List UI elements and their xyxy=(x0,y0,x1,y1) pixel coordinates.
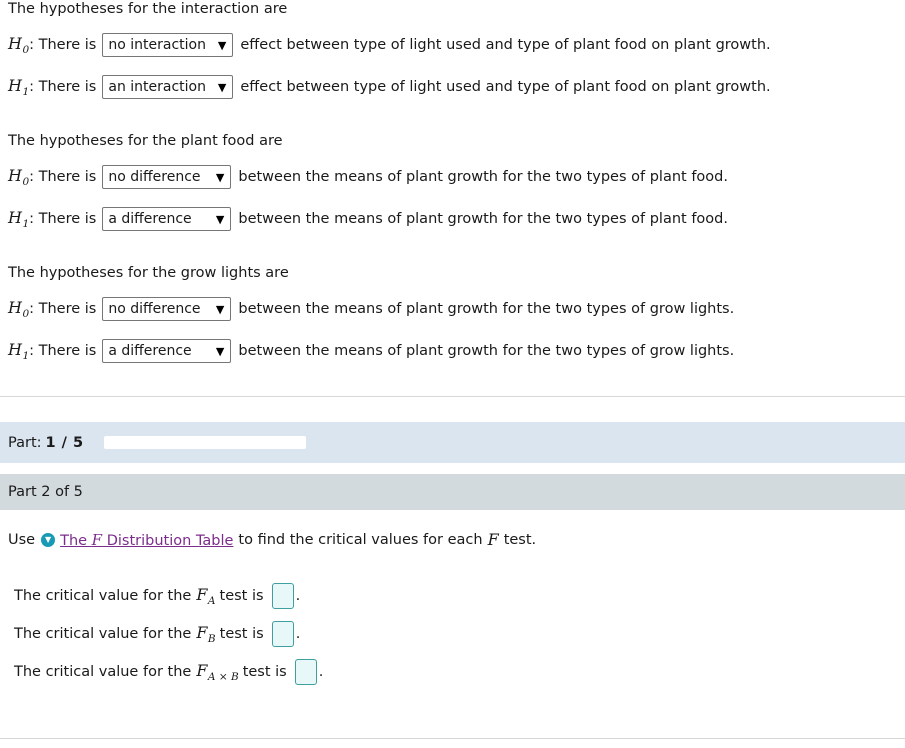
hypothesis-row-null: H0 : There is no difference ▼ between th… xyxy=(8,162,905,192)
critical-value-text-after: test is xyxy=(219,588,264,604)
hypothesis-symbol-h0: H0 xyxy=(8,298,30,320)
hypothesis-section-grow-lights: The hypotheses for the grow lights are H… xyxy=(0,264,905,366)
dropdown-selected-value: a difference xyxy=(108,343,192,359)
critical-value-input-fb[interactable] xyxy=(271,621,294,647)
hypothesis-text-after: effect between type of light used and ty… xyxy=(240,79,771,95)
critical-value-period: . xyxy=(295,626,301,642)
section-intro-interaction: The hypotheses for the interaction are xyxy=(8,1,288,17)
hypothesis-text-before: : There is xyxy=(29,37,97,53)
critical-value-input-fa[interactable] xyxy=(271,583,294,609)
critical-value-text-before: The critical value for the xyxy=(14,588,192,604)
hypothesis-row-null: H0 : There is no difference ▼ between th… xyxy=(8,294,905,324)
critical-value-subscript: A × B xyxy=(207,670,239,683)
dropdown-selected-value: an interaction xyxy=(108,79,206,95)
section-intro-grow-lights: The hypotheses for the grow lights are xyxy=(8,265,289,281)
hypothesis-text-after: between the means of plant growth for th… xyxy=(238,169,728,185)
hypothesis-text-before: : There is xyxy=(29,343,97,359)
hypothesis-symbol-h1: H1 xyxy=(8,340,30,362)
hypothesis-subscript: 1 xyxy=(22,85,30,98)
hypothesis-subscript: 1 xyxy=(22,217,30,230)
plant-food-h0-dropdown[interactable]: no difference ▼ xyxy=(102,165,232,189)
critical-value-period: . xyxy=(295,588,301,604)
critical-value-input-faxb[interactable] xyxy=(294,659,317,685)
critical-value-subscript: B xyxy=(207,632,216,645)
critical-value-text-before: The critical value for the xyxy=(14,626,192,642)
hypothesis-row-alt: H1 : There is a difference ▼ between the… xyxy=(8,336,905,366)
hypothesis-subscript: 0 xyxy=(22,175,30,188)
chevron-down-icon: ▼ xyxy=(215,170,225,184)
hypothesis-symbol-h0: H0 xyxy=(8,34,30,56)
hypothesis-text-before: : There is xyxy=(29,211,97,227)
chevron-down-icon: ▼ xyxy=(215,212,225,226)
chevron-down-icon: ▼ xyxy=(215,302,225,316)
critical-value-text-before: The critical value for the xyxy=(14,664,192,680)
part-progress-band: Part: 1 / 5 xyxy=(0,422,905,463)
critical-value-text-after: test is xyxy=(242,664,287,680)
instruction-tail-after: test. xyxy=(503,531,537,548)
critical-value-symbol-fa: FA xyxy=(196,585,216,607)
instruction-use-word: Use xyxy=(8,531,36,548)
plant-food-h1-dropdown[interactable]: a difference ▼ xyxy=(102,207,232,231)
link-symbol-f: F xyxy=(91,530,103,549)
critical-value-row-a: The critical value for the FA test is . xyxy=(8,577,905,615)
part-progress-count: 1 / 5 xyxy=(45,434,84,451)
hypothesis-symbol-h1: H1 xyxy=(8,208,30,230)
critical-value-row-b: The critical value for the FB test is . xyxy=(8,615,905,653)
hypotheses-area: The hypotheses for the interaction are H… xyxy=(0,0,905,366)
part-progress-label: Part: xyxy=(8,434,42,451)
question-body: Use ▼ The F Distribution Table to find t… xyxy=(0,510,905,691)
critical-value-symbol-fb: FB xyxy=(196,623,216,645)
hypothesis-text-before: : There is xyxy=(29,301,97,317)
chevron-down-icon: ▼ xyxy=(215,344,225,358)
part-header-title: Part 2 of 5 xyxy=(8,484,83,500)
bottom-divider xyxy=(0,738,905,739)
dropdown-selected-value: a difference xyxy=(108,211,192,227)
hypothesis-text-after: between the means of plant growth for th… xyxy=(238,301,735,317)
f-distribution-table-link[interactable]: The F Distribution Table xyxy=(60,531,233,549)
critical-value-row-axb: The critical value for the FA × B test i… xyxy=(8,653,905,691)
critical-value-period: . xyxy=(318,664,324,680)
hypothesis-row-null: H0 : There is no interaction ▼ effect be… xyxy=(8,30,905,60)
grow-lights-h1-dropdown[interactable]: a difference ▼ xyxy=(102,339,232,363)
critical-value-symbol-faxb: FA × B xyxy=(196,661,239,683)
hypothesis-section-plant-food: The hypotheses for the plant food are H0… xyxy=(0,132,905,234)
dropdown-selected-value: no interaction xyxy=(108,37,206,53)
grow-lights-h0-dropdown[interactable]: no difference ▼ xyxy=(102,297,232,321)
hypothesis-symbol-h1: H1 xyxy=(8,76,30,98)
progress-bar xyxy=(103,436,306,449)
interaction-h0-dropdown[interactable]: no interaction ▼ xyxy=(102,33,234,57)
hypothesis-text-before: : There is xyxy=(29,169,97,185)
chevron-down-circle-icon[interactable]: ▼ xyxy=(41,532,56,547)
hypothesis-subscript: 0 xyxy=(22,307,30,320)
chevron-down-icon: ▼ xyxy=(217,80,227,94)
part-header: Part 2 of 5 xyxy=(0,474,905,510)
hypothesis-text-after: effect between type of light used and ty… xyxy=(240,37,771,53)
hypothesis-text-after: between the means of plant growth for th… xyxy=(238,211,728,227)
dropdown-selected-value: no difference xyxy=(108,301,201,317)
critical-value-subscript: A xyxy=(207,594,216,607)
hypothesis-symbol-h0: H0 xyxy=(8,166,30,188)
hypothesis-subscript: 0 xyxy=(22,43,30,56)
chevron-down-icon: ▼ xyxy=(217,38,227,52)
instruction-tail-before: to find the critical values for each xyxy=(238,531,483,548)
hypothesis-section-interaction: The hypotheses for the interaction are H… xyxy=(0,0,905,102)
instruction-line: Use ▼ The F Distribution Table to find t… xyxy=(8,530,905,549)
link-suffix: Distribution Table xyxy=(102,532,234,549)
interaction-h1-dropdown[interactable]: an interaction ▼ xyxy=(102,75,234,99)
hypothesis-row-alt: H1 : There is a difference ▼ between the… xyxy=(8,204,905,234)
link-prefix: The xyxy=(60,532,92,549)
dropdown-selected-value: no difference xyxy=(108,169,201,185)
hypothesis-text-after: between the means of plant growth for th… xyxy=(238,343,735,359)
hypothesis-row-alt: H1 : There is an interaction ▼ effect be… xyxy=(8,72,905,102)
instruction-symbol-f: F xyxy=(487,530,499,549)
hypothesis-subscript: 1 xyxy=(22,349,30,362)
critical-value-text-after: test is xyxy=(219,626,264,642)
hypothesis-text-before: : There is xyxy=(29,79,97,95)
section-intro-plant-food: The hypotheses for the plant food are xyxy=(8,133,283,149)
